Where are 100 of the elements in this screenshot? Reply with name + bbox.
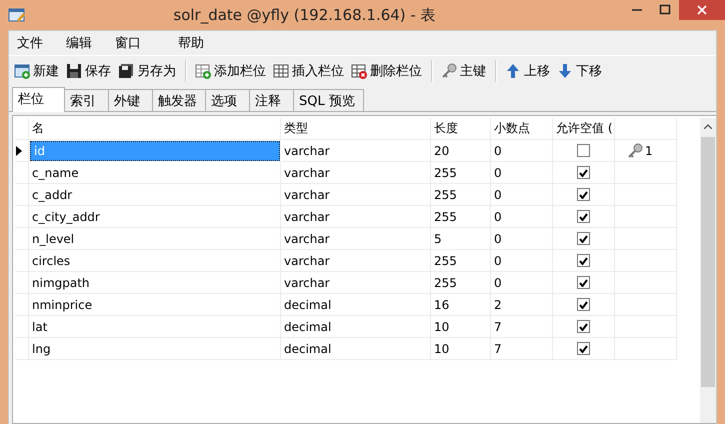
- checkbox[interactable]: [577, 188, 590, 201]
- minimize-icon: [632, 9, 642, 11]
- table-cell: id: [30, 141, 280, 161]
- check-icon: [579, 300, 588, 308]
- toolbar-button[interactable]: 下移: [554, 60, 605, 82]
- checkbox[interactable]: [577, 254, 590, 267]
- table-cell: 2: [491, 294, 553, 316]
- table-cell: decimal: [281, 316, 431, 338]
- table-cell: varchar: [281, 206, 431, 228]
- table-cell: 0: [491, 206, 553, 228]
- table-cell: 0: [491, 228, 553, 250]
- check-icon: [579, 190, 588, 198]
- checkbox[interactable]: [577, 232, 590, 245]
- table-cell: 10: [431, 316, 491, 338]
- key-icon: [627, 142, 643, 158]
- table-cell: c_city_addr: [29, 206, 281, 228]
- table-cell: varchar: [281, 250, 431, 272]
- table-cell: varchar: [281, 272, 431, 294]
- scrollbar-thumb[interactable]: [701, 137, 715, 387]
- menu-item[interactable]: 文件: [13, 32, 47, 54]
- row-header[interactable]: [15, 140, 29, 162]
- table-cell: 7: [491, 316, 553, 338]
- key-order: 1: [645, 144, 653, 158]
- check-icon: [579, 212, 588, 220]
- column-header[interactable]: 长度: [431, 118, 491, 140]
- table-cell: lat: [29, 316, 281, 338]
- table-cell: decimal: [281, 338, 431, 360]
- checkbox[interactable]: [577, 342, 590, 355]
- table-cell: 16: [431, 294, 491, 316]
- table-cell: 20: [431, 140, 491, 162]
- header-corner: [15, 118, 29, 140]
- table-cell: 255: [431, 206, 491, 228]
- table-cell: 10: [431, 338, 491, 360]
- table-cell: nimgpath: [29, 272, 281, 294]
- table-cell: varchar: [281, 184, 431, 206]
- check-icon: [579, 256, 588, 264]
- check-icon: [579, 322, 588, 330]
- check-icon: [579, 234, 588, 242]
- key-icon: [441, 63, 457, 79]
- close-button[interactable]: [679, 0, 725, 20]
- table-cell: circles: [29, 250, 281, 272]
- table-cell: 255: [431, 250, 491, 272]
- table-cell: varchar: [281, 162, 431, 184]
- checkbox[interactable]: [577, 210, 590, 223]
- toolbar-button[interactable]: 保存: [63, 60, 114, 82]
- table-cell: c_addr: [29, 184, 281, 206]
- toolbar-button[interactable]: 上移: [502, 60, 553, 82]
- check-icon: [579, 344, 588, 352]
- floppy-disks-icon: [118, 63, 134, 79]
- table-cell: c_name: [29, 162, 281, 184]
- column-header[interactable]: 名: [29, 118, 281, 140]
- menu-item[interactable]: 编辑: [62, 32, 96, 54]
- table-add-icon: [14, 63, 30, 79]
- check-icon: [579, 278, 588, 286]
- toolbar-button[interactable]: 主键: [438, 60, 489, 82]
- tab[interactable]: SQL 预览: [293, 89, 364, 111]
- column-header[interactable]: 小数点: [491, 118, 553, 140]
- table-cell: 0: [491, 250, 553, 272]
- menu-item[interactable]: 帮助: [174, 32, 208, 54]
- table-cell: nminprice: [29, 294, 281, 316]
- toolbar-button[interactable]: 新建: [11, 60, 62, 82]
- table-cell: 0: [491, 162, 553, 184]
- table-cell: lng: [29, 338, 281, 360]
- check-icon: [579, 168, 588, 176]
- up-arrow-icon: [505, 63, 521, 79]
- toolbar-button[interactable]: 另存为: [115, 60, 179, 82]
- down-arrow-icon: [557, 63, 573, 79]
- table-cell: varchar: [281, 140, 431, 162]
- table-icon: [8, 7, 26, 23]
- scrollbar[interactable]: [700, 118, 716, 423]
- table-cell: 255: [431, 272, 491, 294]
- table-cell: 255: [431, 184, 491, 206]
- scroll-up-icon: [704, 124, 712, 129]
- close-icon: [696, 4, 708, 16]
- menu-item[interactable]: 窗口: [111, 32, 145, 54]
- checkbox[interactable]: [577, 144, 590, 157]
- table-cell: 7: [491, 338, 553, 360]
- column-add-icon: [195, 63, 211, 79]
- maximize-icon: [659, 4, 671, 16]
- table-cell: varchar: [281, 228, 431, 250]
- table-cell: 0: [491, 272, 553, 294]
- checkbox[interactable]: [577, 166, 590, 179]
- window-title: solr_date @yfly (192.168.1.64) - 表: [172, 6, 437, 24]
- table-cell: 255: [431, 162, 491, 184]
- tab[interactable]: 栏位: [12, 87, 65, 112]
- toolbar-button[interactable]: 添加栏位: [192, 60, 269, 82]
- table-cell: 0: [491, 140, 553, 162]
- column-header[interactable]: 类型: [281, 118, 431, 140]
- column-insert-icon: [273, 63, 289, 79]
- toolbar-button[interactable]: 删除栏位: [348, 60, 425, 82]
- checkbox[interactable]: [577, 276, 590, 289]
- table-cell: 5: [431, 228, 491, 250]
- checkbox[interactable]: [577, 298, 590, 311]
- column-header[interactable]: 允许空值 (: [553, 118, 615, 140]
- table-cell: 0: [491, 184, 553, 206]
- table-cell: n_level: [29, 228, 281, 250]
- table-cell: decimal: [281, 294, 431, 316]
- checkbox[interactable]: [577, 320, 590, 333]
- toolbar-button[interactable]: 插入栏位: [270, 60, 347, 82]
- column-delete-icon: [351, 63, 367, 79]
